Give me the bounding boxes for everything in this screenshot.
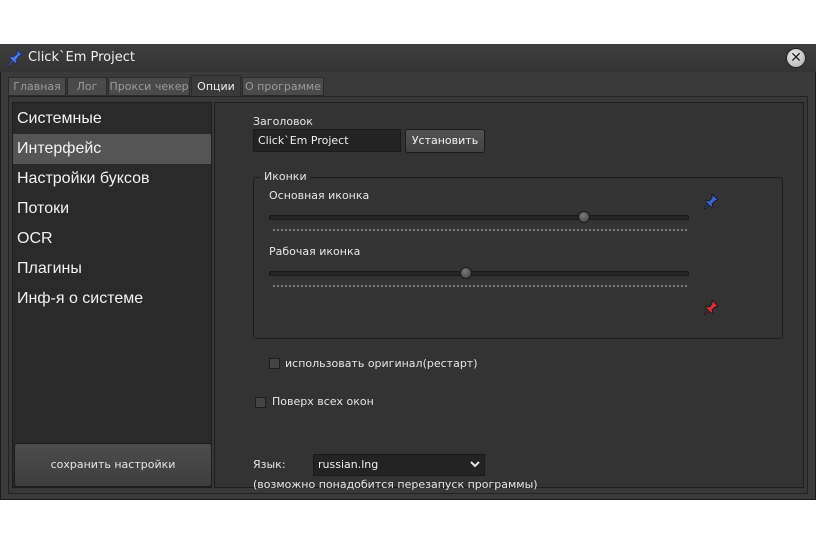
always-on-top-checkbox[interactable]: [255, 397, 266, 408]
sidebar-item-ocr[interactable]: OCR: [13, 224, 211, 254]
language-select[interactable]: russian.lng: [313, 454, 485, 476]
interface-settings-panel: Заголовок Click`Em Project Установить Ик…: [214, 102, 804, 491]
main-icon-slider-ticks: [273, 229, 687, 233]
chevron-down-icon: [470, 461, 480, 468]
window-title-input[interactable]: Click`Em Project: [253, 129, 401, 152]
main-icon-slider[interactable]: [269, 215, 689, 220]
work-icon-slider-ticks: [273, 285, 687, 289]
work-icon-label: Рабочая иконка: [269, 245, 361, 258]
language-restart-note: (возможно понадобится перезапуск програм…: [253, 478, 538, 491]
app-window: Click`Em Project ✕ Главная Лог Прокси че…: [0, 44, 816, 500]
tab-main[interactable]: Главная: [8, 77, 66, 96]
window-title: Click`Em Project: [28, 50, 135, 65]
sidebar-item-box-settings[interactable]: Настройки буксов: [13, 164, 211, 194]
close-button[interactable]: ✕: [786, 48, 806, 68]
use-original-checkbox[interactable]: [269, 358, 280, 369]
sidebar-item-system-info[interactable]: Инф-я о системе: [13, 284, 211, 314]
save-settings-button[interactable]: сохранить настройки: [14, 443, 212, 487]
tab-proxy-checker[interactable]: Прокси чекер: [108, 77, 190, 96]
sidebar-item-system[interactable]: Системные: [13, 104, 211, 134]
blue-pushpin-icon: [703, 193, 719, 209]
always-on-top-label: Поверх всех окон: [272, 395, 374, 408]
title-bar: Click`Em Project ✕: [0, 44, 816, 72]
sidebar-item-interface[interactable]: Интерфейс: [13, 134, 211, 164]
red-pushpin-icon: [703, 299, 719, 315]
work-icon-slider[interactable]: [269, 271, 689, 276]
window-title-label: Заголовок: [253, 115, 313, 128]
sidebar-item-plugins[interactable]: Плагины: [13, 254, 211, 284]
main-icon-slider-thumb[interactable]: [578, 211, 590, 223]
pushpin-icon: [8, 49, 23, 67]
tab-options[interactable]: Опции: [191, 75, 241, 96]
close-icon: ✕: [790, 50, 802, 66]
icons-group-title: Иконки: [261, 170, 310, 183]
set-title-button[interactable]: Установить: [405, 129, 485, 153]
use-original-label: использовать оригинал(рестарт): [285, 357, 478, 370]
language-label: Язык:: [253, 458, 286, 471]
tab-log[interactable]: Лог: [67, 77, 107, 96]
language-select-value: russian.lng: [318, 458, 379, 471]
settings-sidebar: Системные Интерфейс Настройки буксов Пот…: [12, 102, 212, 488]
sidebar-item-threads[interactable]: Потоки: [13, 194, 211, 224]
main-icon-label: Основная иконка: [269, 189, 370, 202]
tab-about[interactable]: О программе: [242, 77, 324, 96]
